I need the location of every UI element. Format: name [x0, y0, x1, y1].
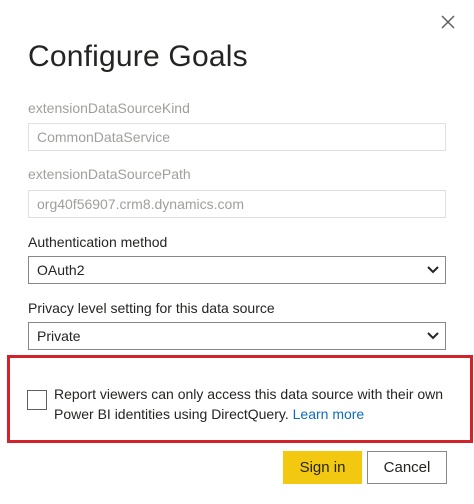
sign-in-button[interactable]: Sign in [283, 451, 362, 484]
extension-kind-label: extensionDataSourceKind [28, 100, 190, 116]
chevron-down-icon [427, 266, 439, 274]
privacy-level-select[interactable]: Private [28, 322, 446, 350]
configure-goals-dialog: Configure Goals extensionDataSourceKind … [0, 0, 474, 504]
extension-path-label: extensionDataSourcePath [28, 166, 191, 182]
extension-kind-field: CommonDataService [28, 123, 446, 151]
cancel-button[interactable]: Cancel [367, 451, 447, 484]
auth-method-value: OAuth2 [37, 262, 85, 278]
auth-method-label: Authentication method [28, 234, 168, 250]
dialog-title: Configure Goals [28, 40, 248, 73]
checkbox-text: Report viewers can only access this data… [54, 386, 444, 422]
close-icon[interactable] [437, 11, 459, 33]
directquery-checkbox[interactable] [27, 390, 47, 410]
auth-method-select[interactable]: OAuth2 [28, 256, 446, 284]
learn-more-link[interactable]: Learn more [293, 406, 365, 422]
privacy-level-label: Privacy level setting for this data sour… [28, 300, 275, 316]
directquery-checkbox-label: Report viewers can only access this data… [54, 384, 454, 424]
privacy-level-value: Private [37, 328, 81, 344]
chevron-down-icon [427, 332, 439, 340]
extension-path-field: org40f56907.crm8.dynamics.com [28, 190, 446, 218]
